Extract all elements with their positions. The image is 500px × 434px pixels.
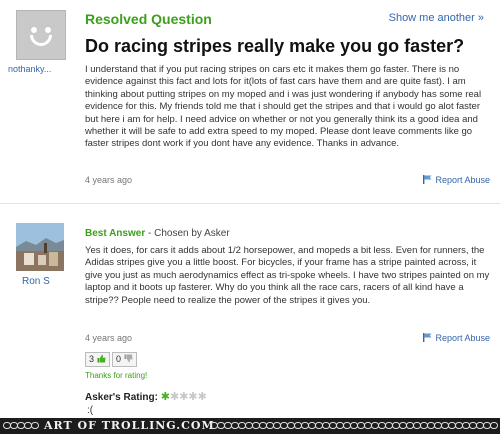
star-icon-empty: ✱	[188, 391, 198, 403]
thumbs-up-count: 3	[89, 354, 95, 364]
answerer-username[interactable]: Ron S	[22, 276, 50, 287]
askers-rating: Asker's Rating: ✱✱✱✱✱	[85, 390, 207, 403]
flag-icon	[423, 175, 432, 184]
thumbs-down-icon	[124, 354, 133, 363]
avatar-smile	[30, 35, 52, 46]
answer-timestamp: 4 years ago	[85, 333, 133, 343]
thumbs-up-button[interactable]: 3	[85, 352, 110, 367]
askers-rating-stars: ✱✱✱✱✱	[161, 391, 207, 403]
chain-link-icon	[490, 422, 498, 429]
show-me-another-link[interactable]: Show me another »	[389, 12, 484, 24]
avatar-eye-right	[45, 27, 51, 33]
star-icon-empty: ✱	[197, 391, 207, 403]
answer-report-abuse-link[interactable]: Report Abuse	[423, 333, 490, 343]
thumbs-down-count: 0	[116, 354, 122, 364]
flag-icon	[423, 333, 432, 342]
report-abuse-label: Report Abuse	[435, 175, 490, 185]
answer-body: Yes it does, for cars it adds about 1/2 …	[85, 245, 490, 306]
asker-avatar[interactable]	[16, 10, 66, 60]
chosen-by-asker-label: - Chosen by Asker	[145, 228, 230, 239]
answerer-avatar[interactable]	[16, 223, 64, 271]
resolved-question-heading: Resolved Question	[85, 11, 212, 27]
asker-username[interactable]: nothanky...	[8, 64, 51, 74]
star-icon-filled: ✱	[160, 391, 170, 403]
askers-rating-label: Asker's Rating:	[85, 392, 158, 403]
star-icon-empty: ✱	[169, 391, 180, 403]
question-report-abuse-link[interactable]: Report Abuse	[423, 175, 490, 185]
section-divider	[0, 203, 500, 204]
best-answer-heading: Best Answer - Chosen by Asker	[85, 228, 230, 239]
question-title: Do racing stripes really make you go fas…	[85, 36, 465, 56]
art-of-trolling-banner: ART OF TROLLING.COM	[0, 418, 500, 434]
thumbs-down-button[interactable]: 0	[112, 352, 137, 367]
question-body: I understand that if you put racing stri…	[85, 64, 482, 150]
thanks-for-rating-message: Thanks for rating!	[85, 371, 148, 380]
chain-link-icon	[31, 422, 39, 429]
question-section: nothanky... Resolved Question Show me an…	[0, 0, 500, 204]
avatar-photo-icon	[16, 223, 64, 271]
avatar-eye-left	[31, 27, 37, 33]
question-timestamp: 4 years ago	[85, 175, 133, 185]
banner-title: ART OF TROLLING.COM	[44, 419, 215, 432]
best-answer-label: Best Answer	[85, 228, 146, 239]
askers-comment: :(	[87, 405, 94, 416]
report-abuse-label: Report Abuse	[435, 333, 490, 343]
thumbs-up-icon	[97, 354, 106, 363]
